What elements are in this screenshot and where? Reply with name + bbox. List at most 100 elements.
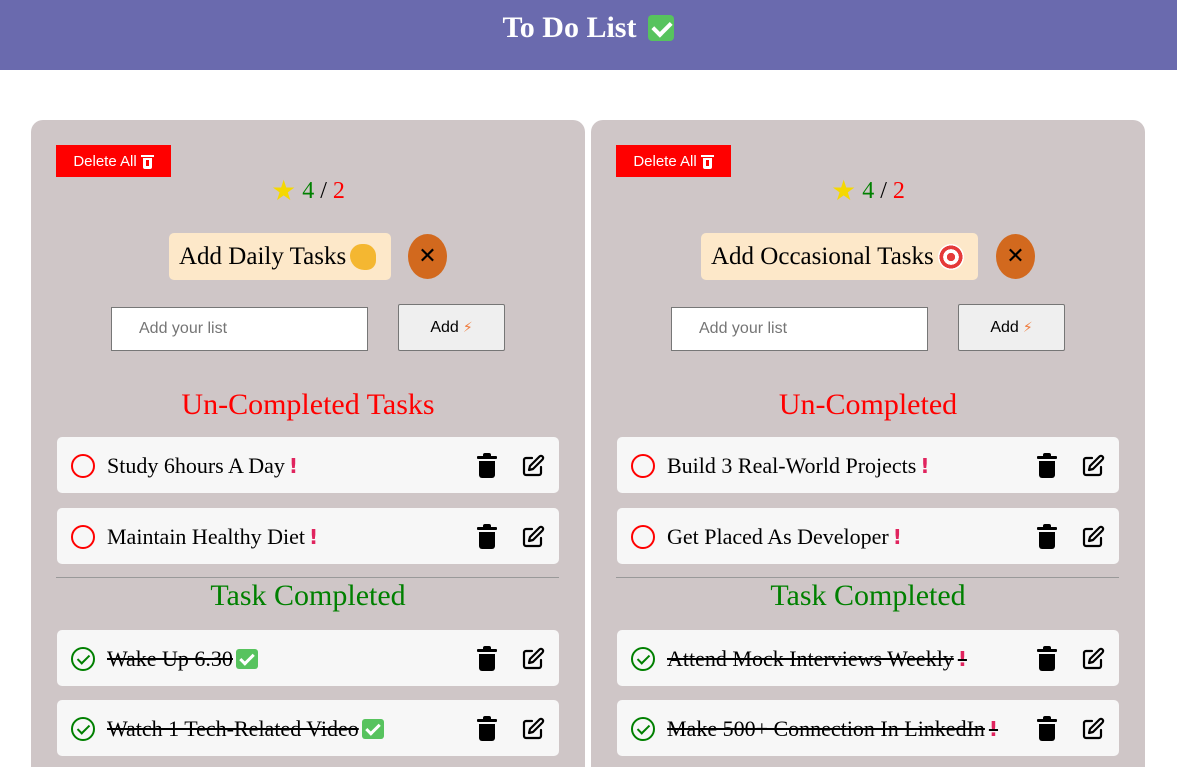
incomplete-circle-icon[interactable]	[631, 525, 655, 549]
task-text: Watch 1 Tech-Related Video	[107, 716, 359, 741]
exclamation-icon: !	[288, 454, 298, 478]
edit-icon[interactable]	[1081, 525, 1105, 549]
close-icon: ✕	[418, 244, 437, 269]
trash-icon[interactable]	[477, 646, 497, 671]
score-separator: /	[880, 178, 887, 204]
occasional-tasks-card: Delete All ★ 4 / 2 Add Occasional Tasks …	[591, 120, 1145, 767]
task-text-wrap: Watch 1 Tech-Related Video	[107, 716, 384, 742]
task-text-wrap: Study 6hours A Day!	[107, 453, 298, 479]
task-text: Wake Up 6.30	[107, 646, 233, 671]
check-box-icon	[648, 15, 675, 41]
task-text-wrap: Build 3 Real-World Projects!	[667, 453, 929, 479]
trash-icon[interactable]	[1037, 524, 1057, 549]
delete-all-button[interactable]: Delete All	[616, 145, 731, 177]
completed-heading: Task Completed	[770, 579, 966, 612]
task-text: Get Placed As Developer	[667, 524, 889, 549]
edit-icon[interactable]	[521, 717, 545, 741]
task-text-wrap: Get Placed As Developer!	[667, 524, 902, 550]
task-row: Wake Up 6.30	[57, 630, 559, 686]
task-text-wrap: Make 500+ Connection In LinkedIn!	[667, 716, 998, 742]
completed-check-circle-icon[interactable]	[631, 717, 655, 741]
edit-icon[interactable]	[521, 647, 545, 671]
divider	[56, 577, 559, 578]
completed-check-circle-icon[interactable]	[631, 647, 655, 671]
task-text: Maintain Healthy Diet	[107, 524, 305, 549]
score-pending-count: 2	[892, 178, 905, 204]
trash-icon[interactable]	[1037, 646, 1057, 671]
star-icon: ★	[831, 176, 857, 207]
exclamation-icon: !	[892, 525, 902, 549]
mode-label-text: Add Daily Tasks	[179, 242, 347, 270]
trash-icon[interactable]	[1037, 453, 1057, 478]
completed-check-circle-icon[interactable]	[71, 717, 95, 741]
check-box-icon	[361, 719, 384, 739]
check-box-icon	[235, 649, 258, 669]
task-row: Study 6hours A Day!	[57, 437, 559, 493]
lightning-icon: ⚡	[462, 319, 473, 336]
task-text: Make 500+ Connection In LinkedIn	[667, 716, 985, 741]
incomplete-circle-icon[interactable]	[71, 454, 95, 478]
wastebasket-icon	[140, 154, 154, 169]
task-input[interactable]	[111, 307, 368, 351]
completed-check-circle-icon[interactable]	[71, 647, 95, 671]
daily-tasks-card: Delete All ★ 4 / 2 Add Daily Tasks ✕ Add…	[31, 120, 585, 767]
exclamation-icon: !	[920, 454, 930, 478]
task-input[interactable]	[671, 307, 928, 351]
task-text-wrap: Wake Up 6.30	[107, 646, 258, 672]
score-completed-count: 4	[302, 178, 315, 204]
exclamation-icon: !	[957, 647, 967, 671]
edit-icon[interactable]	[1081, 454, 1105, 478]
trash-icon[interactable]	[1037, 716, 1057, 741]
task-row: Make 500+ Connection In LinkedIn!	[617, 700, 1119, 756]
incomplete-circle-icon[interactable]	[631, 454, 655, 478]
delete-all-label: Delete All	[633, 152, 697, 170]
incomplete-circle-icon[interactable]	[71, 525, 95, 549]
task-text-wrap: Attend Mock Interviews Weekly!	[667, 646, 967, 672]
exclamation-icon: !	[988, 717, 999, 741]
close-button[interactable]: ✕	[996, 234, 1035, 279]
uncompleted-heading: Un-Completed Tasks	[181, 388, 435, 421]
completed-heading: Task Completed	[210, 579, 406, 612]
edit-icon[interactable]	[1081, 647, 1105, 671]
score-separator: /	[320, 178, 327, 204]
delete-all-label: Delete All	[73, 152, 137, 170]
target-icon	[937, 243, 964, 270]
star-icon: ★	[271, 176, 297, 207]
task-text: Build 3 Real-World Projects	[667, 453, 917, 478]
add-label: Add	[990, 318, 1019, 336]
task-row: Watch 1 Tech-Related Video	[57, 700, 559, 756]
add-task-button[interactable]: Add ⚡	[958, 304, 1065, 351]
edit-icon[interactable]	[521, 525, 545, 549]
app-header: To Do List	[0, 0, 1177, 70]
task-text: Attend Mock Interviews Weekly	[667, 646, 954, 671]
flexed-biceps-icon	[350, 243, 377, 270]
score-completed-count: 4	[862, 178, 875, 204]
task-score: ★ 4 / 2	[31, 174, 585, 208]
trash-icon[interactable]	[477, 716, 497, 741]
mode-label: Add Occasional Tasks	[701, 233, 978, 280]
close-icon: ✕	[1006, 244, 1025, 269]
exclamation-icon: !	[308, 525, 319, 549]
score-pending-count: 2	[332, 178, 345, 204]
mode-label-text: Add Occasional Tasks	[711, 242, 934, 270]
divider	[616, 577, 1119, 578]
add-task-button[interactable]: Add ⚡	[398, 304, 505, 351]
app-title: To Do List	[502, 11, 637, 44]
task-text: Study 6hours A Day	[107, 453, 285, 478]
trash-icon[interactable]	[477, 453, 497, 478]
task-row: Build 3 Real-World Projects!	[617, 437, 1119, 493]
lightning-icon: ⚡	[1022, 319, 1033, 336]
delete-all-button[interactable]: Delete All	[56, 145, 171, 177]
task-text-wrap: Maintain Healthy Diet!	[107, 524, 318, 550]
add-label: Add	[430, 318, 459, 336]
close-button[interactable]: ✕	[408, 234, 447, 279]
task-row: Attend Mock Interviews Weekly!	[617, 630, 1119, 686]
task-score: ★ 4 / 2	[591, 174, 1145, 208]
uncompleted-heading: Un-Completed	[778, 388, 958, 421]
task-row: Get Placed As Developer!	[617, 508, 1119, 564]
edit-icon[interactable]	[521, 454, 545, 478]
task-row: Maintain Healthy Diet!	[57, 508, 559, 564]
trash-icon[interactable]	[477, 524, 497, 549]
edit-icon[interactable]	[1081, 717, 1105, 741]
wastebasket-icon	[700, 154, 714, 169]
